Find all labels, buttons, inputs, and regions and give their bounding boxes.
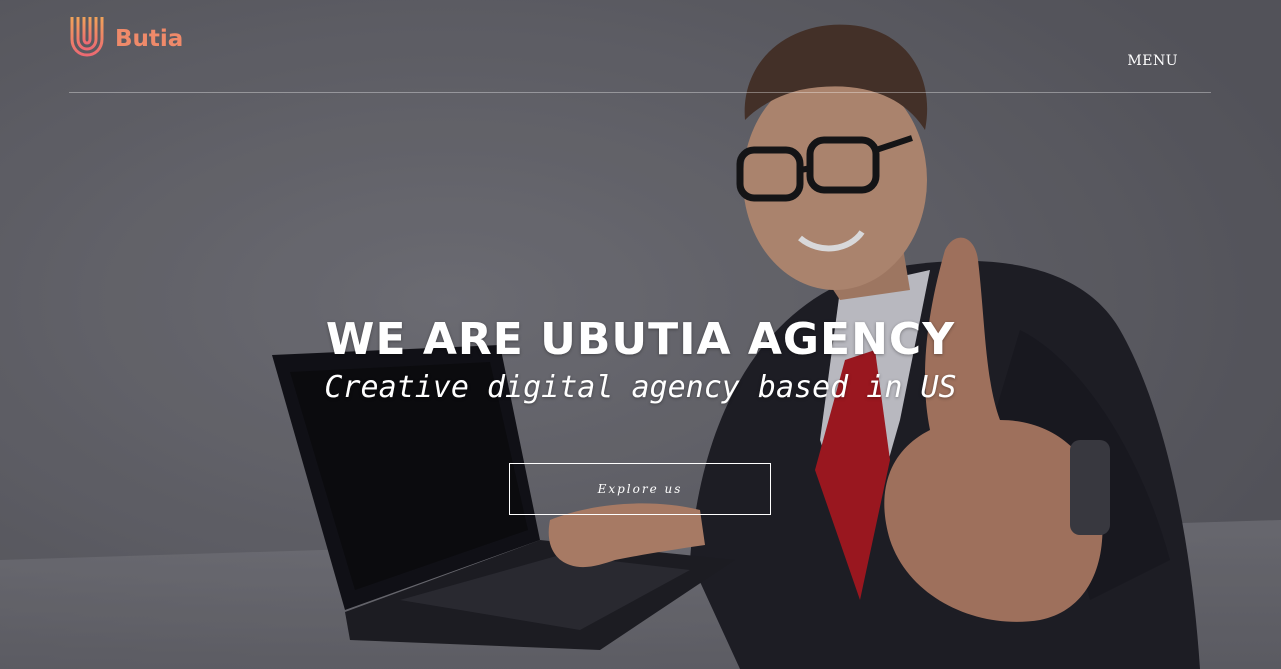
hero-tagline: Creative digital agency based in US — [324, 370, 957, 405]
site-header: Butia MENU — [69, 0, 1211, 93]
explore-us-button[interactable]: Explore us — [509, 463, 771, 515]
menu-button[interactable]: MENU — [1127, 53, 1178, 69]
hero-headline: WE ARE UBUTIA AGENCY — [325, 314, 956, 365]
brand-logo-icon — [70, 17, 104, 57]
hero-section: Butia MENU WE ARE UBUTIA AGENCY Creative… — [0, 0, 1281, 669]
brand-logo[interactable]: Butia — [69, 15, 183, 57]
brand-name: Butia — [115, 26, 184, 52]
